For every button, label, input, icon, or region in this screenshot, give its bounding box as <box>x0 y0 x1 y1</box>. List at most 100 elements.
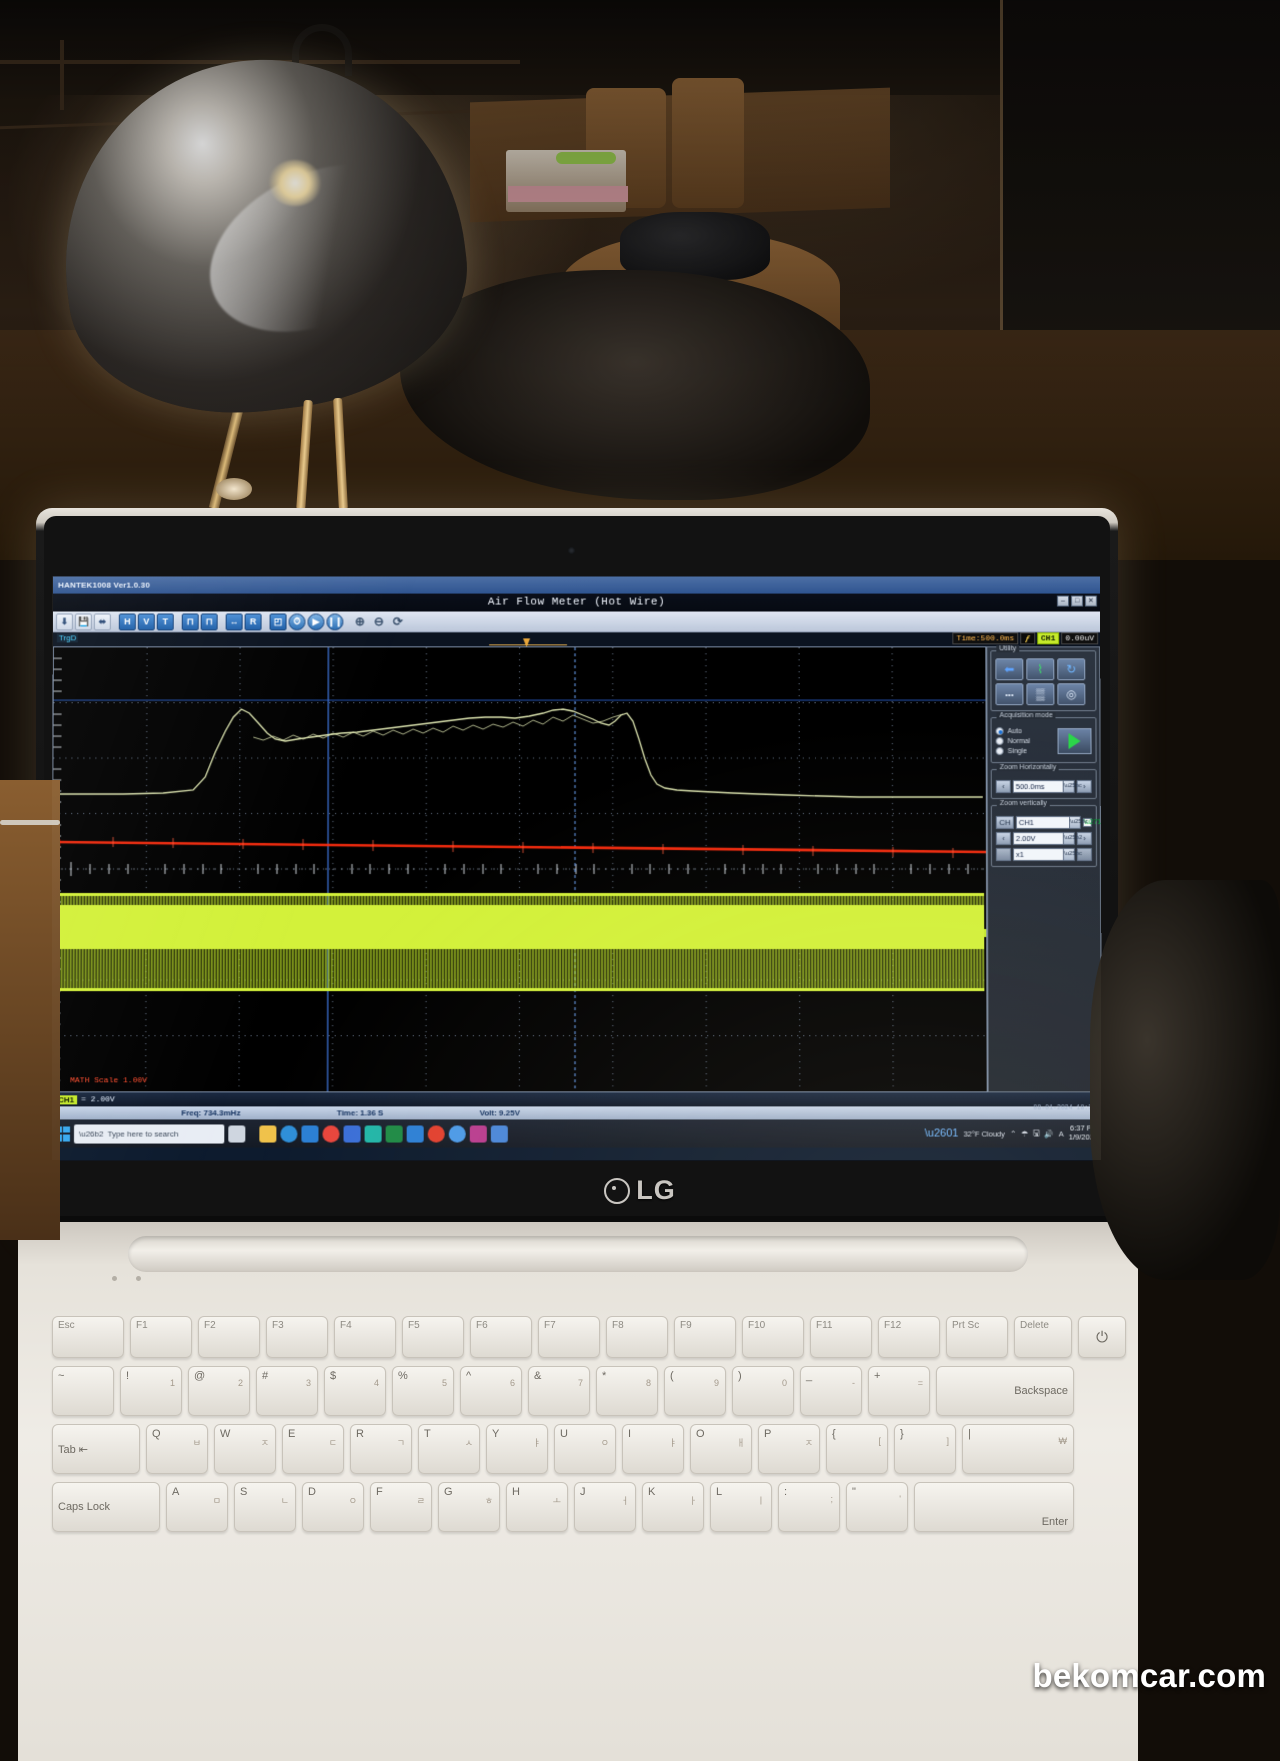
channel-row[interactable]: CH CH1 \u25bc \u2713 <box>995 816 1102 830</box>
run-stop-button[interactable] <box>1057 728 1092 755</box>
key-bracket-left[interactable]: {[ <box>826 1424 888 1474</box>
key-k[interactable]: Kㅏ <box>642 1482 704 1532</box>
tray-volume-icon[interactable]: 🔊 <box>1044 1129 1053 1138</box>
save-file-icon[interactable]: 💾 <box>74 613 92 630</box>
key-f[interactable]: Fㄹ <box>370 1482 432 1532</box>
oscilloscope-plot[interactable]: MATH Scale 1.00V <box>51 646 988 1093</box>
key-enter[interactable]: Enter <box>914 1482 1074 1532</box>
key-w[interactable]: Wㅈ <box>214 1424 276 1474</box>
store-icon[interactable] <box>301 1124 319 1143</box>
key-9[interactable]: (9 <box>664 1366 726 1416</box>
laptop-screen[interactable]: HANTEK1008 Ver1.0.30 Air Flow Meter (Hot… <box>50 576 1103 1161</box>
key-bracket-right[interactable]: }] <box>894 1424 956 1474</box>
key-r[interactable]: Rㄱ <box>350 1424 412 1474</box>
timebase-field[interactable]: 500.0ms \u25bc <box>1012 780 1082 794</box>
key-backslash[interactable]: | ₩ <box>962 1424 1074 1474</box>
trigger-icon[interactable]: T <box>156 613 174 630</box>
edge-icon[interactable] <box>280 1124 298 1143</box>
key-5[interactable]: % 5 <box>392 1366 454 1416</box>
key-8[interactable]: * 8 <box>596 1366 658 1416</box>
excel-icon[interactable] <box>385 1124 403 1143</box>
open-file-icon[interactable]: ⬇ <box>55 613 73 630</box>
key-tab[interactable]: Tab ⇤ <box>52 1424 140 1474</box>
key-quote[interactable]: " ' <box>846 1482 908 1532</box>
channel-select[interactable]: CH1 \u25bc <box>1015 816 1088 830</box>
tray-language-icon[interactable]: A <box>1059 1129 1064 1138</box>
play-icon[interactable]: ▶ <box>307 613 325 630</box>
key-f8[interactable]: F8 <box>606 1316 668 1358</box>
key-f2[interactable]: F2 <box>198 1316 260 1358</box>
teal-icon[interactable] <box>364 1124 382 1143</box>
main-toolbar[interactable]: ⬇ 💾 ⬌ H V T ⊓ ⊓ ↔ R ◰ ⏱ ▶ ❙❙ ⊕ ⊖ ⟳ <box>52 611 1101 633</box>
volts-field[interactable]: 2.00V \u25b2 <box>1012 832 1082 846</box>
key-f11[interactable]: F11 <box>810 1316 872 1358</box>
key-i[interactable]: Iㅑ <box>622 1424 684 1474</box>
key-f10[interactable]: F10 <box>742 1316 804 1358</box>
horizontal-icon[interactable]: H <box>118 613 136 630</box>
key-o[interactable]: Oㅐ <box>690 1424 752 1474</box>
key-delete[interactable]: Delete <box>1014 1316 1072 1358</box>
probe-field[interactable]: x1 \u25bc <box>1012 848 1082 862</box>
zoom-in-icon[interactable]: ⊕ <box>351 613 368 630</box>
key-l[interactable]: Lㅣ <box>710 1482 772 1532</box>
zoom-reset-icon[interactable]: ⟳ <box>389 613 406 630</box>
radio-single[interactable]: Single <box>995 747 1058 756</box>
timebase-row[interactable]: ‹ 500.0ms \u25bc › <box>995 780 1092 794</box>
key-backtick[interactable]: ~ <box>52 1366 114 1416</box>
probe-row[interactable]: x1 \u25bc <box>995 848 1092 862</box>
key-h[interactable]: Hㅗ <box>506 1482 568 1532</box>
browser-icon[interactable] <box>448 1124 466 1143</box>
record-icon[interactable]: ◰ <box>269 613 287 630</box>
pulse1-icon[interactable]: ⊓ <box>181 613 199 630</box>
key-semicolon[interactable]: :; <box>778 1482 840 1532</box>
timebase-dropdown-arrow-icon[interactable]: \u25bc <box>1062 781 1082 793</box>
fit-width-icon[interactable]: ⬌ <box>93 613 111 630</box>
minimize-button[interactable]: – <box>1057 595 1070 607</box>
key-3[interactable]: #3 <box>256 1366 318 1416</box>
tray-chevron-icon[interactable]: ⌃ <box>1010 1129 1016 1138</box>
app-blue-icon[interactable] <box>343 1124 361 1143</box>
key-caps-lock[interactable]: Caps Lock <box>52 1482 160 1532</box>
key-backspace[interactable]: Backspace <box>936 1366 1074 1416</box>
key-f3[interactable]: F3 <box>266 1316 328 1358</box>
vertical-icon[interactable]: V <box>137 613 155 630</box>
refresh-icon[interactable]: ↻ <box>1057 658 1086 681</box>
probe-left-button[interactable] <box>995 848 1011 862</box>
scope-icon[interactable] <box>490 1124 508 1143</box>
utility-panel[interactable]: Utility ⬅ ⌇ ↻ ••• ▒ ◎ Acquisition mode A… <box>986 645 1102 1093</box>
key-d[interactable]: Dㅇ <box>302 1482 364 1532</box>
back-arrow-icon[interactable]: ⬅ <box>995 658 1024 681</box>
window-controls[interactable]: – □ ✕ <box>1057 595 1097 607</box>
key-2[interactable]: @2 <box>188 1366 250 1416</box>
tray-network-icon[interactable]: 🖫 <box>1033 1127 1039 1140</box>
qrcode-icon[interactable]: ▒ <box>1026 683 1055 706</box>
key-7[interactable]: & 7 <box>528 1366 590 1416</box>
close-button[interactable]: ✕ <box>1084 595 1097 607</box>
volts-row[interactable]: ‹ 2.00V \u25b2 › <box>995 832 1092 846</box>
key-equals[interactable]: + = <box>868 1366 930 1416</box>
key-y[interactable]: Yㅑ <box>486 1424 548 1474</box>
key-0[interactable]: ) 0 <box>732 1366 794 1416</box>
key-a[interactable]: Aㅁ <box>166 1482 228 1532</box>
system-tray[interactable]: \u2601 32°F Cloudy ⌃ ☂ 🖫 🔊 A 6:37 PM 1/9… <box>925 1124 1098 1142</box>
waveform-icon[interactable]: ⌇ <box>1026 658 1055 681</box>
ch-button[interactable]: CH <box>995 816 1014 830</box>
key-4[interactable]: $4 <box>324 1366 386 1416</box>
maximize-button[interactable]: □ <box>1070 595 1084 607</box>
power-button[interactable]: ⏻ <box>1078 1316 1126 1358</box>
zoom-out-icon[interactable]: ⊖ <box>370 613 387 630</box>
utility-buttons[interactable]: ⬅ ⌇ ↻ ••• ▒ ◎ <box>995 658 1091 706</box>
key-f9[interactable]: F9 <box>674 1316 736 1358</box>
mail-icon[interactable] <box>406 1124 424 1143</box>
pause-icon[interactable]: ❙❙ <box>326 613 344 630</box>
key-u[interactable]: Uㅇ <box>554 1424 616 1474</box>
key-p[interactable]: Pㅈ <box>758 1424 820 1474</box>
folder-icon[interactable] <box>259 1124 277 1143</box>
chrome-icon[interactable] <box>322 1124 340 1143</box>
pulse2-icon[interactable]: ⊓ <box>200 613 218 630</box>
task-view-icon[interactable] <box>228 1124 246 1143</box>
key-1[interactable]: ! 1 <box>120 1366 182 1416</box>
key-prtsc[interactable]: Prt Sc <box>946 1316 1008 1358</box>
key-j[interactable]: Jㅓ <box>574 1482 636 1532</box>
run-icon[interactable]: R <box>244 613 262 630</box>
